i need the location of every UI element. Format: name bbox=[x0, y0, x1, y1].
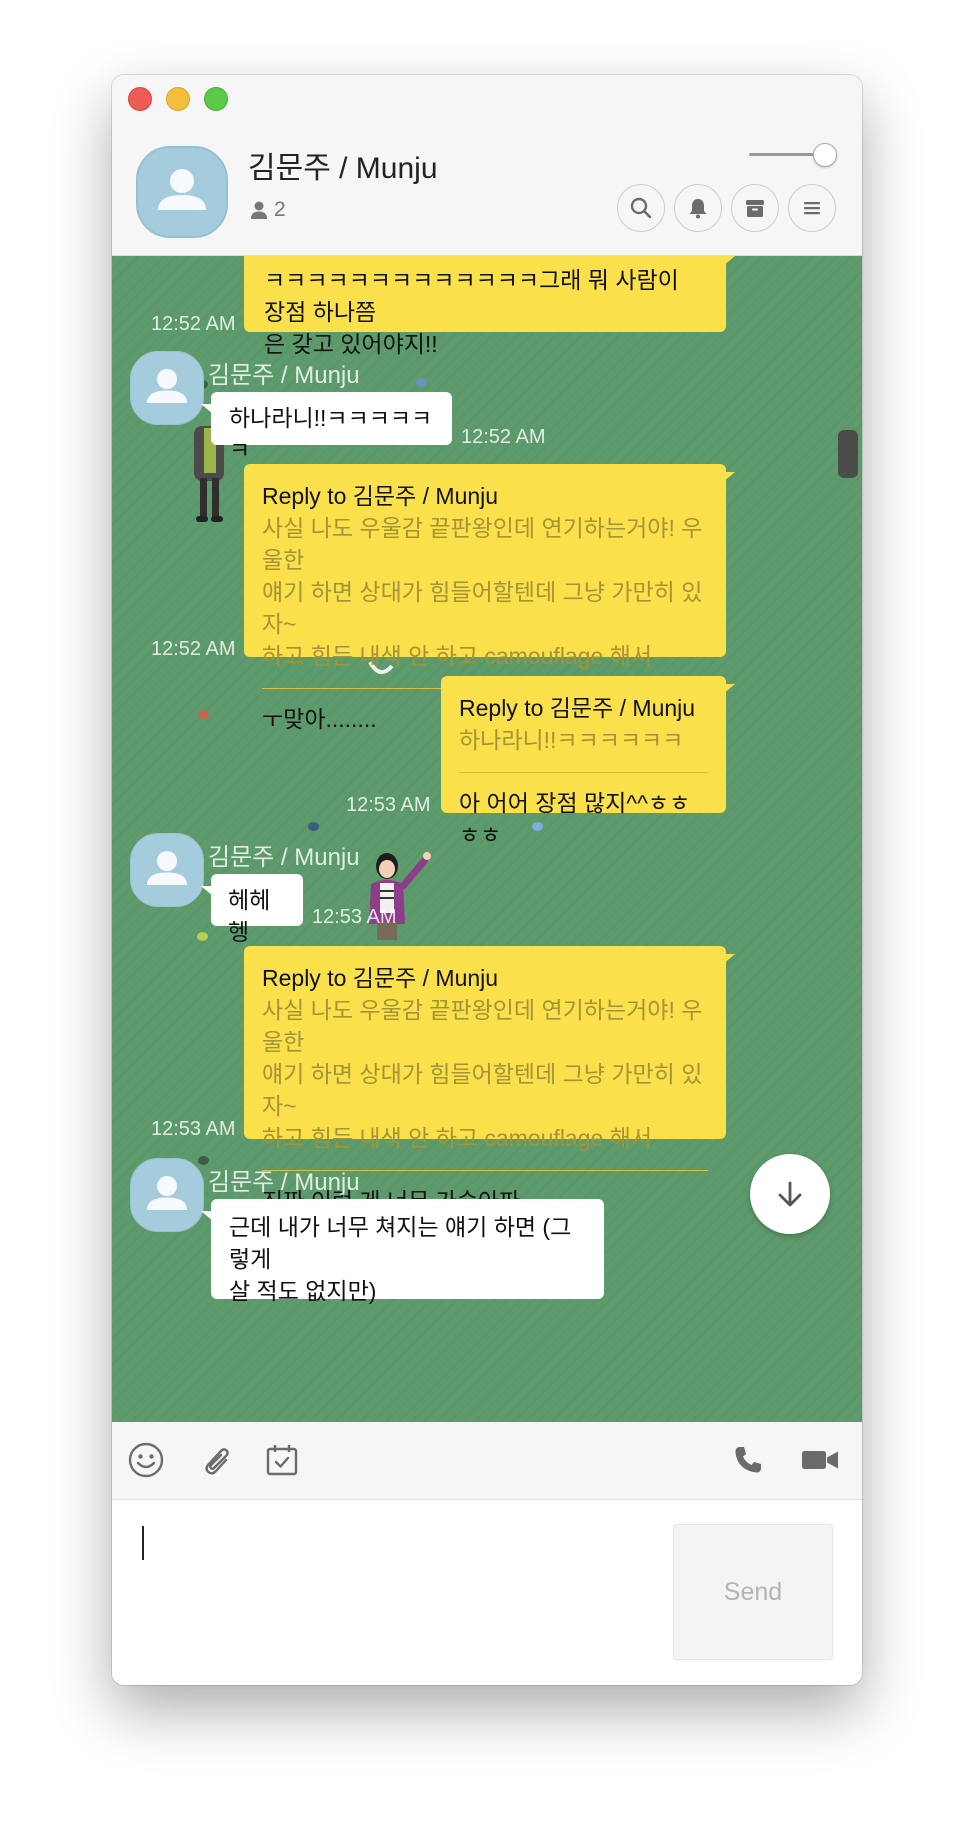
sender-avatar[interactable] bbox=[130, 1158, 204, 1232]
scroll-to-bottom-button[interactable] bbox=[750, 1154, 830, 1234]
zoom-window-button[interactable] bbox=[204, 87, 228, 111]
notification-button[interactable] bbox=[674, 184, 722, 232]
menu-icon bbox=[804, 202, 820, 215]
character-sticker-icon bbox=[838, 430, 858, 478]
message-text-line: 살 적도 없지만) bbox=[229, 1278, 377, 1304]
reply-divider bbox=[459, 772, 708, 773]
emoticon-button[interactable] bbox=[126, 1440, 166, 1480]
their-message-bubble[interactable]: 헤헤헹 bbox=[201, 874, 303, 945]
chat-title: 김문주 / Munju bbox=[248, 152, 438, 185]
default-person-icon bbox=[158, 169, 206, 210]
video-icon bbox=[802, 1451, 838, 1469]
their-message-bubble[interactable]: 하나라니!!ㅋㅋㅋㅋㅋㅋ bbox=[201, 392, 452, 463]
search-icon bbox=[630, 197, 652, 219]
message-text: 헤헤헹 bbox=[228, 887, 271, 945]
send-button[interactable]: Send bbox=[673, 1524, 833, 1660]
reply-quote-line: 하고 힘든 내색 안 하고 camouflage 해서 bbox=[262, 643, 653, 669]
slider-thumb[interactable] bbox=[813, 143, 837, 167]
message-text-line: 근데 내가 너무 쳐지는 얘기 하면 (그렇게 bbox=[229, 1214, 572, 1272]
chat-window: 김문주 / Munju 2 ㅋㅋㅋㅋㅋㅋㅋㅋㅋㅋㅋㅋㅋ그래 뭐 사람이 장점 하… bbox=[112, 75, 862, 1685]
reply-title: Reply to 김문주 / Munju bbox=[262, 965, 499, 991]
message-composer[interactable]: Send bbox=[112, 1500, 862, 1685]
phone-icon bbox=[735, 1447, 761, 1473]
chat-header: 김문주 / Munju 2 bbox=[112, 75, 862, 256]
message-timestamp: 12:53 AM bbox=[151, 1118, 236, 1140]
voice-call-button[interactable] bbox=[728, 1440, 768, 1480]
menu-button[interactable] bbox=[788, 184, 836, 232]
calendar-icon bbox=[266, 1445, 298, 1476]
bell-icon bbox=[689, 199, 707, 219]
sender-avatar[interactable] bbox=[130, 833, 204, 907]
chat-message-area[interactable]: ㅋㅋㅋㅋㅋㅋㅋㅋㅋㅋㅋㅋㅋ그래 뭐 사람이 장점 하나쯤 은 갖고 있어야지!!… bbox=[112, 256, 862, 1422]
decor-dot bbox=[416, 378, 427, 387]
schedule-button[interactable] bbox=[262, 1440, 302, 1480]
default-person-icon bbox=[147, 851, 187, 885]
reply-quote-line: 하고 힘든 내색 안 하고 camouflage 해서 bbox=[262, 1125, 653, 1151]
message-text: 하나라니!!ㅋㅋㅋㅋㅋㅋ bbox=[229, 405, 433, 463]
reply-quote-line: 하나라니!!ㅋㅋㅋㅋㅋㅋ bbox=[459, 727, 684, 753]
window-controls bbox=[128, 87, 228, 111]
my-reply-bubble[interactable]: Reply to 김문주 / Munju 사실 나도 우울감 끝판왕인데 연기하… bbox=[244, 464, 735, 732]
reply-quote-line: 얘기 하면 상대가 힘들어할텐데 그냥 가만히 있자~ bbox=[262, 1061, 703, 1119]
transparency-slider[interactable] bbox=[749, 141, 837, 169]
arrow-down-icon bbox=[778, 1181, 802, 1207]
sender-name: 김문주 / Munju bbox=[208, 844, 360, 871]
video-call-button[interactable] bbox=[798, 1440, 842, 1480]
reply-quote-line: 사실 나도 우울감 끝판왕인데 연기하는거야! 우울한 bbox=[262, 997, 703, 1055]
search-button[interactable] bbox=[617, 184, 665, 232]
reply-quote-line: 얘기 하면 상대가 힘들어할텐데 그냥 가만히 있자~ bbox=[262, 579, 703, 637]
message-text: 아 어어 장점 많지^^ㅎㅎㅎㅎ bbox=[459, 790, 691, 848]
drawer-button[interactable] bbox=[731, 184, 779, 232]
chat-toolbar bbox=[112, 1422, 862, 1500]
message-timestamp: 12:53 AM bbox=[346, 794, 431, 816]
message-timestamp: 12:53 AM bbox=[312, 906, 397, 928]
waving-girl-icon bbox=[369, 852, 431, 940]
person-icon bbox=[251, 201, 267, 219]
message-timestamp: 12:52 AM bbox=[151, 638, 236, 660]
archive-icon bbox=[746, 200, 764, 217]
minimize-window-button[interactable] bbox=[166, 87, 190, 111]
their-message-bubble[interactable]: 근데 내가 너무 쳐지는 얘기 하면 (그렇게 살 적도 없지만) bbox=[201, 1199, 604, 1304]
my-message-bubble[interactable]: ㅋㅋㅋㅋㅋㅋㅋㅋㅋㅋㅋㅋㅋ그래 뭐 사람이 장점 하나쯤 은 갖고 있어야지!! bbox=[244, 256, 735, 357]
default-person-icon bbox=[147, 369, 187, 403]
member-count[interactable]: 2 bbox=[250, 198, 286, 222]
member-count-value: 2 bbox=[274, 198, 286, 221]
attachment-icon bbox=[205, 1448, 229, 1475]
default-person-icon bbox=[147, 1176, 187, 1210]
profile-avatar[interactable] bbox=[136, 146, 228, 238]
sender-name: 김문주 / Munju bbox=[208, 362, 360, 389]
sender-avatar[interactable] bbox=[130, 351, 204, 425]
header-actions bbox=[617, 184, 836, 232]
decor-dot bbox=[197, 932, 208, 941]
message-input[interactable] bbox=[136, 1518, 656, 1668]
message-timestamp: 12:52 AM bbox=[461, 426, 546, 448]
my-reply-bubble[interactable]: Reply to 김문주 / Munju 사실 나도 우울감 끝판왕인데 연기하… bbox=[244, 946, 735, 1214]
message-text-line: ㅋㅋㅋㅋㅋㅋㅋㅋㅋㅋㅋㅋㅋ그래 뭐 사람이 장점 하나쯤 bbox=[264, 267, 679, 325]
reply-title: Reply to 김문주 / Munju bbox=[459, 695, 696, 721]
decor-dot bbox=[198, 710, 209, 719]
attach-file-button[interactable] bbox=[194, 1440, 234, 1480]
emoji-icon bbox=[128, 1442, 164, 1478]
message-timestamp: 12:52 AM bbox=[151, 313, 236, 335]
my-reply-bubble[interactable]: Reply to 김문주 / Munju 하나라니!!ㅋㅋㅋㅋㅋㅋ 아 어어 장… bbox=[441, 676, 735, 848]
reply-title: Reply to 김문주 / Munju bbox=[262, 483, 499, 509]
reply-quote-line: 사실 나도 우울감 끝판왕인데 연기하는거야! 우울한 bbox=[262, 515, 703, 573]
sender-name: 김문주 / Munju bbox=[208, 1169, 360, 1196]
close-window-button[interactable] bbox=[128, 87, 152, 111]
decor-dot bbox=[308, 822, 319, 831]
